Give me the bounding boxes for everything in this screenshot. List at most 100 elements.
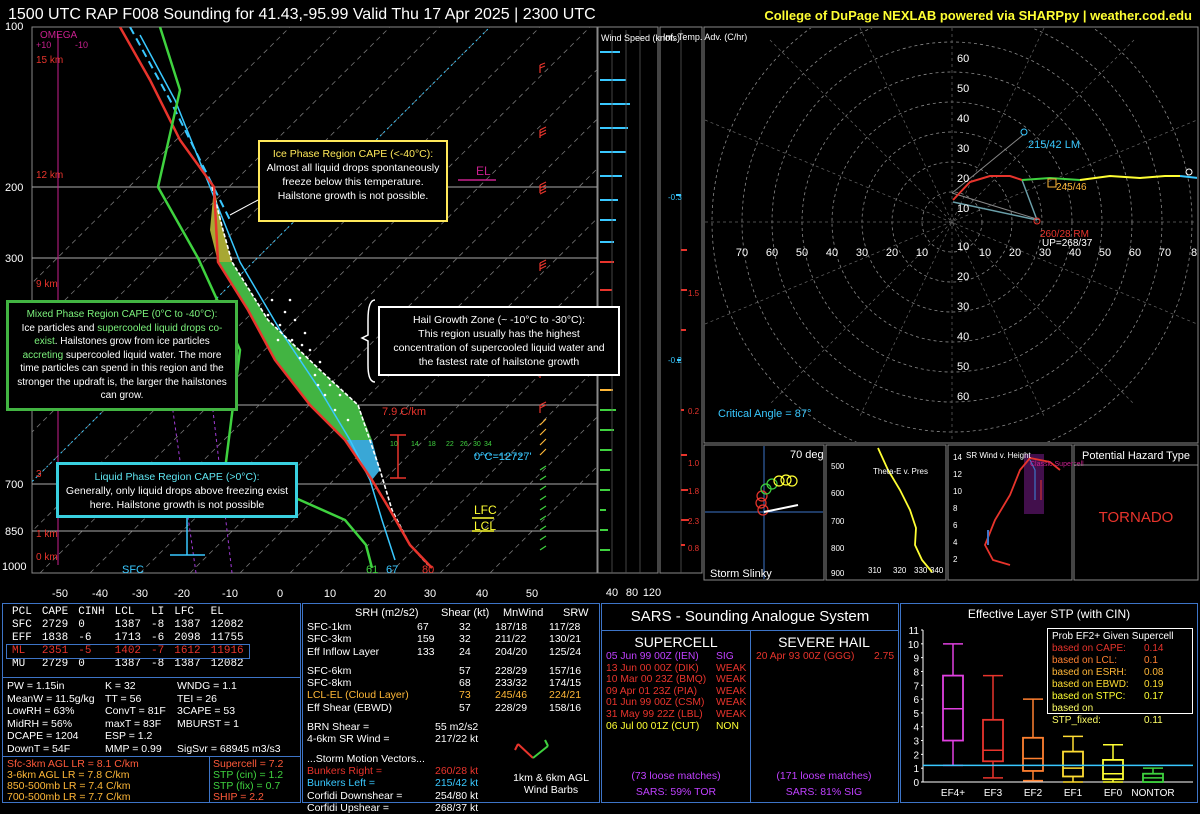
stp-y-tick: 1 bbox=[913, 764, 919, 775]
svg-text:8: 8 bbox=[1191, 247, 1197, 259]
liquid-phase-callout: Liquid Phase Region CAPE (>0°C): General… bbox=[56, 462, 298, 518]
left-mover-marker bbox=[1020, 128, 1028, 136]
theta-e-title: Theta-E v. Pres bbox=[873, 467, 928, 476]
svg-text:60: 60 bbox=[957, 53, 969, 65]
omega-tick: -10 bbox=[75, 40, 88, 50]
svg-text:14: 14 bbox=[411, 441, 419, 448]
table-row: Eff Inflow Layer 133 24 204/20 125/24 bbox=[307, 645, 582, 658]
hail-analogs: 20 Apr 93 00Z (GGG) 2.75 bbox=[756, 651, 894, 663]
stp-panel: Effective Layer STP (with CIN) 11 10 9 8 7 6 5… bbox=[900, 603, 1198, 803]
parcel-table: PCL CAPE CINH LCL LI LFC EL SFC 2729 0 1387 -8 1… bbox=[6, 606, 250, 671]
svg-text:40: 40 bbox=[957, 113, 969, 125]
supercell-analogs: 05 Jun 99 00Z (IEN) SIG 13 Jun 00 00Z (DI… bbox=[606, 651, 746, 732]
svg-text:-30: -30 bbox=[132, 588, 148, 600]
svg-text:20: 20 bbox=[957, 271, 969, 283]
lcl-label: LCL bbox=[474, 519, 496, 533]
critical-angle: Critical Angle = 87° bbox=[718, 408, 811, 420]
wind-barbs-low bbox=[539, 465, 547, 551]
table-row: Eff Shear (EBWD) 57 228/29 158/16 bbox=[307, 701, 582, 714]
stp-y-tick: 8 bbox=[913, 667, 919, 678]
svg-text:1 km: 1 km bbox=[36, 529, 58, 540]
svg-text:26: 26 bbox=[460, 441, 468, 448]
svg-text:900: 900 bbox=[831, 569, 845, 578]
list-item[interactable]: 05 Jun 99 00Z (IEN) SIG bbox=[606, 651, 746, 663]
svg-text:-40: -40 bbox=[92, 588, 108, 600]
wind-speed-bars bbox=[600, 51, 630, 243]
table-row[interactable]: EFF 1838 -6 1713 -6 2098 11755 bbox=[7, 632, 249, 645]
stp-box bbox=[1062, 750, 1084, 778]
stp-category-label: EF4+ bbox=[941, 788, 965, 799]
svg-text:10: 10 bbox=[957, 203, 969, 215]
svg-text:34: 34 bbox=[484, 441, 492, 448]
list-item[interactable]: 31 May 99 22Z (LBL) WEAK bbox=[606, 709, 746, 721]
svg-text:1.8: 1.8 bbox=[688, 487, 700, 496]
svg-text:18: 18 bbox=[428, 441, 436, 448]
ice-phase-callout: Ice Phase Region CAPE (<-40°C): Almost a… bbox=[258, 140, 448, 222]
svg-text:330: 330 bbox=[914, 566, 928, 575]
svg-text:70: 70 bbox=[736, 247, 748, 259]
list-item[interactable]: 01 Jun 99 00Z (CSM) WEAK bbox=[606, 697, 746, 709]
svg-text:340: 340 bbox=[930, 566, 944, 575]
stp-y-tick: 9 bbox=[913, 654, 919, 665]
table-row-selected[interactable]: ML 2351 -5 1402 -7 1612 11916 bbox=[6, 644, 250, 659]
ef2-probability-box: Prob EF2+ Given Supercell based on CAPE:… bbox=[1047, 628, 1193, 726]
hodograph-panel bbox=[703, 26, 1199, 444]
lapse-rates: Sfc-3km AGL LR = 8.1 C/km 3-6km AGL LR =… bbox=[7, 758, 139, 803]
table-row: SFC-3km 159 32 211/22 130/21 bbox=[307, 633, 582, 646]
svg-text:0: 0 bbox=[277, 588, 283, 600]
sfc-wetbulb: 67 bbox=[386, 564, 398, 576]
svg-text:2: 2 bbox=[953, 555, 958, 564]
list-item[interactable]: 09 Apr 01 23Z (PIA) WEAK bbox=[606, 686, 746, 698]
supercell-heading: SUPERCELL bbox=[634, 634, 718, 650]
svg-text:320: 320 bbox=[893, 566, 907, 575]
svg-text:12 km: 12 km bbox=[36, 170, 63, 181]
stp-category-label: NONTOR bbox=[1131, 788, 1174, 799]
pressure-label: 850 bbox=[5, 526, 23, 538]
list-item[interactable]: 06 Jul 00 01Z (CUT) NON bbox=[606, 721, 746, 733]
wind-barb-label: 1km & 6km AGL Wind Barbs bbox=[513, 772, 589, 796]
svg-text:0 km: 0 km bbox=[36, 552, 58, 563]
stp-y-tick: 2 bbox=[913, 750, 919, 761]
svg-text:40: 40 bbox=[826, 247, 838, 259]
list-item[interactable]: 13 Jun 00 00Z (DIK) WEAK bbox=[606, 663, 746, 675]
svg-text:30: 30 bbox=[856, 247, 868, 259]
hgz-ticks: 10 14 18 22 26 30 34 bbox=[390, 441, 492, 448]
slinky-label: Storm Slinky bbox=[710, 568, 772, 580]
stp-y-tick: 0 bbox=[913, 778, 919, 789]
stp-y-tick: 6 bbox=[913, 695, 919, 706]
table-row: SFC-8km 68 233/32 174/15 bbox=[307, 677, 582, 690]
omega-tick: +10 bbox=[36, 40, 51, 50]
mean-wind-label: 245/46 bbox=[1056, 182, 1087, 193]
svg-text:12: 12 bbox=[953, 470, 962, 479]
hodograph bbox=[705, 28, 1197, 442]
svg-text:50: 50 bbox=[957, 361, 969, 373]
list-item[interactable]: 20 Apr 93 00Z (GGG) 2.75 bbox=[756, 651, 894, 663]
svg-text:60: 60 bbox=[766, 247, 778, 259]
svg-text:22: 22 bbox=[446, 441, 454, 448]
left-mover-label: 215/42 LM bbox=[1028, 139, 1080, 151]
list-item[interactable]: 10 Mar 00 23Z (BMQ) WEAK bbox=[606, 674, 746, 686]
table-row[interactable]: MU 2729 0 1387 -8 1387 12082 bbox=[7, 658, 249, 671]
svg-text:50: 50 bbox=[957, 83, 969, 95]
svg-text:60: 60 bbox=[957, 391, 969, 403]
sr-wind-title: SR Wind v. Height bbox=[966, 451, 1032, 460]
pressure-label: 200 bbox=[5, 182, 23, 194]
table-row: SFC-6km 57 228/29 157/16 bbox=[307, 664, 582, 677]
svg-text:30: 30 bbox=[473, 441, 481, 448]
pressure-label: 300 bbox=[5, 253, 23, 265]
stp-box bbox=[1102, 758, 1124, 781]
hgz-bracket bbox=[360, 299, 376, 383]
sfc-temp: 80 bbox=[422, 564, 434, 576]
kinematics-panel: SRH (m2/s2) Shear (kt) MnWind SRW SFC-1k… bbox=[302, 603, 600, 814]
svg-text:20: 20 bbox=[957, 173, 969, 185]
svg-text:10: 10 bbox=[390, 441, 398, 448]
svg-text:10: 10 bbox=[979, 247, 991, 259]
stp-category-label: EF3 bbox=[984, 788, 1003, 799]
svg-text:20: 20 bbox=[374, 588, 386, 600]
table-row[interactable]: SFC 2729 0 1387 -8 1387 12082 bbox=[7, 619, 249, 632]
table-row: SFC-1km 67 32 187/18 117/28 bbox=[307, 621, 581, 633]
stp-category-label: EF0 bbox=[1104, 788, 1123, 799]
sr-wind-line bbox=[984, 457, 1061, 566]
svg-text:1.0: 1.0 bbox=[688, 459, 700, 468]
svg-text:80: 80 bbox=[626, 587, 638, 599]
